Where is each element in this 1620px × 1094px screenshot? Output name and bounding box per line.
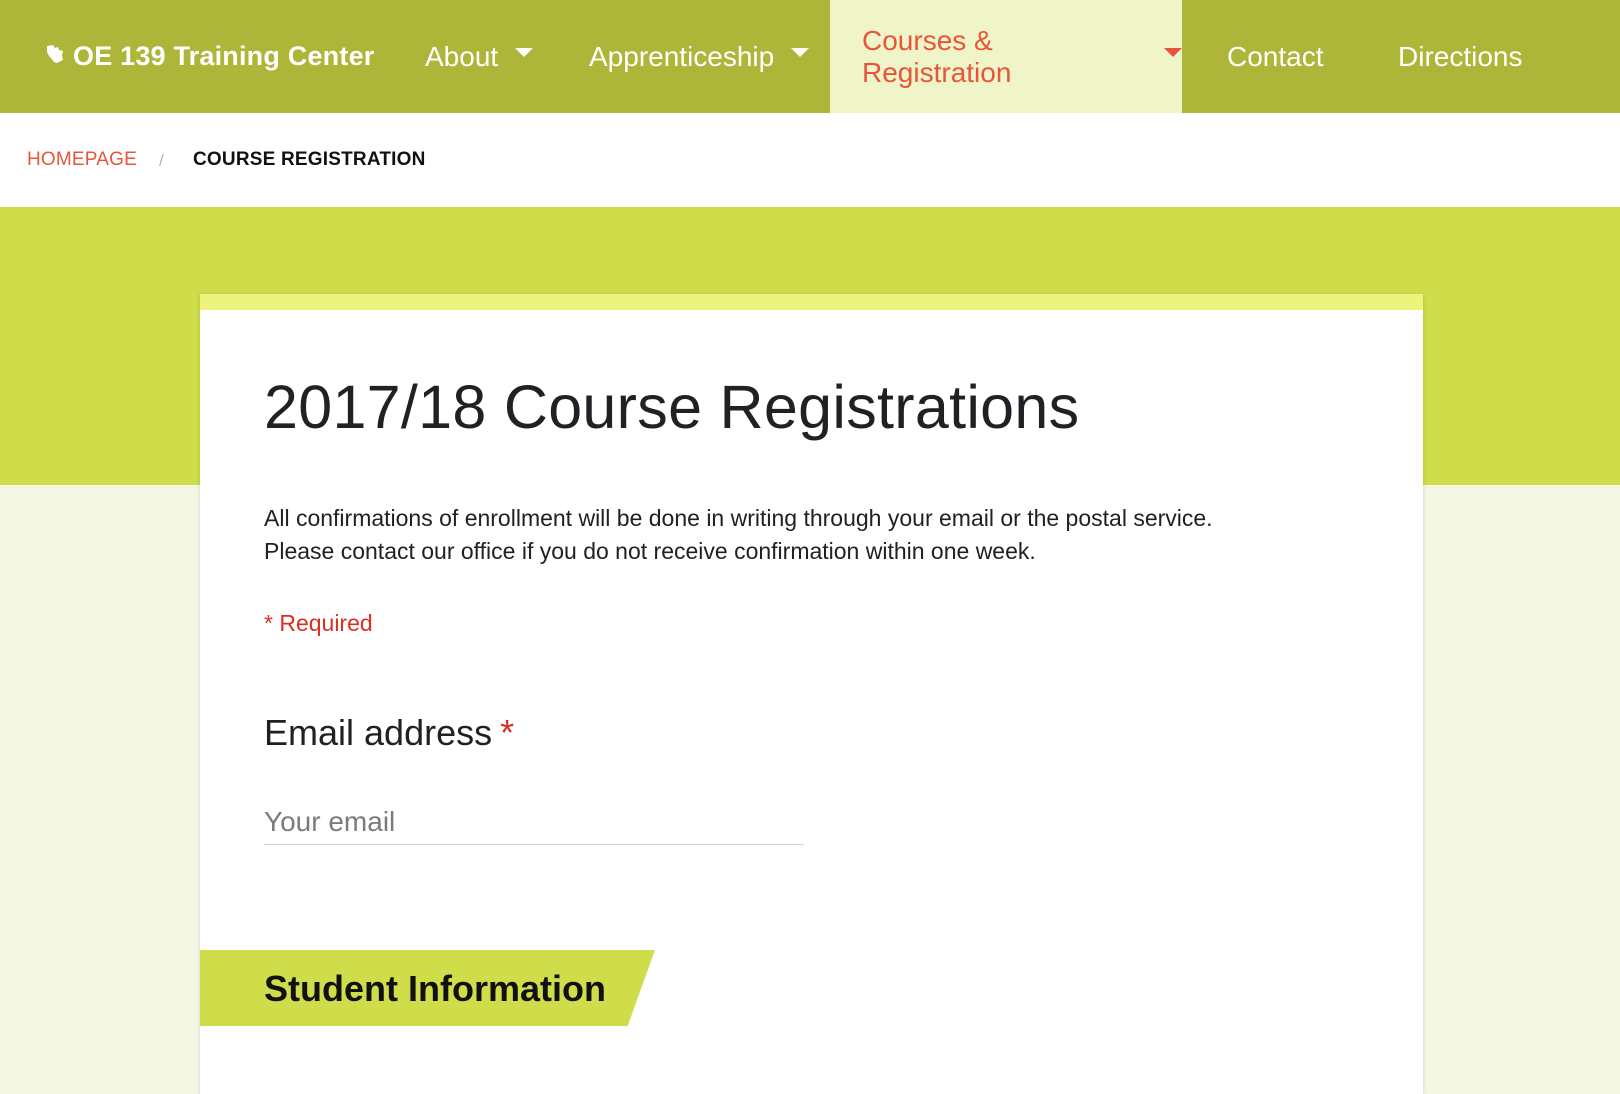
email-question-label: Email address * <box>264 712 514 754</box>
section-title: Student Information <box>264 968 606 1009</box>
chevron-down-icon <box>1164 48 1182 57</box>
brand-name: OE 139 Training Center <box>73 41 375 71</box>
breadcrumb: HOMEPAGE / COURSE REGISTRATION <box>0 113 1620 207</box>
form-description: All confirmations of enrollment will be … <box>264 502 1384 568</box>
nav-item-label: Courses & Registration <box>862 24 1012 88</box>
wisconsin-map-icon <box>47 44 63 63</box>
nav-item-label: Apprenticeship <box>589 40 775 72</box>
required-note: * Required <box>264 610 373 636</box>
form-card: 2017/18 Course Registrations All confirm… <box>200 294 1423 1094</box>
required-asterisk: * <box>500 712 515 753</box>
brand-link[interactable]: OE 139 Training Center <box>44 0 375 113</box>
email-label-text: Email address <box>264 712 493 753</box>
form-description-line: All confirmations of enrollment will be … <box>264 505 1213 531</box>
form-title: 2017/18 Course Registrations <box>264 373 1080 441</box>
nav-item-apprenticeship[interactable]: Apprenticeship <box>589 0 810 113</box>
card-accent-bar <box>200 294 1423 310</box>
top-navigation: OE 139 Training Center About Apprentices… <box>0 0 1620 113</box>
section-header-banner: Student Information <box>200 950 655 1026</box>
nav-item-directions[interactable]: Directions <box>1398 0 1522 113</box>
nav-item-contact[interactable]: Contact <box>1227 0 1324 113</box>
breadcrumb-home-link[interactable]: HOMEPAGE <box>27 149 137 171</box>
breadcrumb-current: COURSE REGISTRATION <box>193 149 426 170</box>
form-description-line: Please contact our office if you do not … <box>264 538 1036 564</box>
nav-item-about[interactable]: About <box>425 0 534 113</box>
nav-item-label: About <box>425 40 499 72</box>
chevron-down-icon <box>515 48 534 57</box>
breadcrumb-separator: / <box>159 151 164 170</box>
nav-item-label: Contact <box>1227 40 1324 72</box>
chevron-down-icon <box>791 48 810 57</box>
nav-item-label: Directions <box>1398 40 1523 72</box>
email-input[interactable] <box>264 800 804 845</box>
nav-item-courses-registration[interactable]: Courses & Registration <box>830 0 1182 113</box>
